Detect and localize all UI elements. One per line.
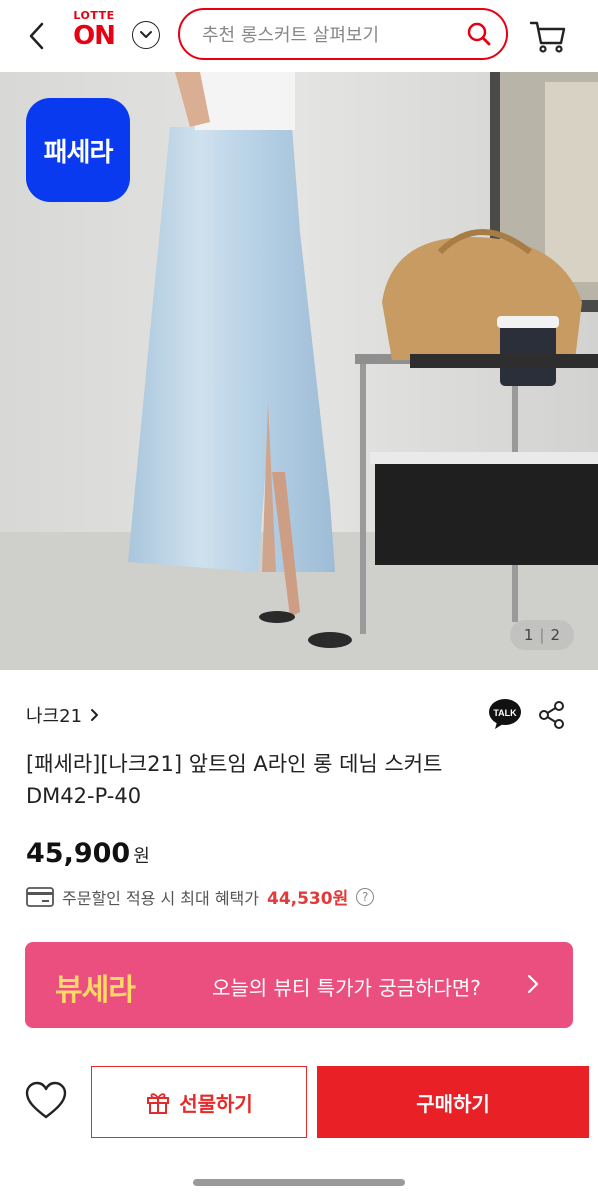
lotte-on-logo[interactable]: LOTTE ON <box>68 10 120 54</box>
brand-link[interactable]: 나크21 <box>26 702 100 728</box>
price-unit: 원 <box>133 846 150 867</box>
brand-badge: 패세라 <box>26 98 130 202</box>
top-bar: LOTTE ON <box>0 0 598 72</box>
chevron-right-icon <box>91 709 99 721</box>
chevron-right-icon <box>527 974 539 994</box>
wishlist-heart-icon[interactable] <box>24 1080 68 1122</box>
benefit-text: 주문할인 적용 시 최대 혜택가 <box>62 888 259 908</box>
product-price: 45,900 원 <box>26 838 150 869</box>
product-title-line2: DM42-P-40 <box>26 784 142 808</box>
talk-chat-button[interactable]: TALK <box>488 698 522 730</box>
search-input[interactable] <box>200 10 464 60</box>
pager-separator: | <box>539 626 545 644</box>
share-icon[interactable] <box>538 700 566 730</box>
banner-logo: 뷰세라 <box>55 973 136 1008</box>
buy-button[interactable]: 구매하기 <box>317 1066 589 1138</box>
pager-total: 2 <box>550 626 560 644</box>
home-indicator[interactable] <box>193 1179 405 1186</box>
cart-icon[interactable] <box>528 16 568 56</box>
banner-message: 오늘의 뷰티 특가가 궁금하다면? <box>212 976 481 1000</box>
image-pager: 1 | 2 <box>509 620 574 650</box>
product-title-line1: [패세라][나크21] 앞트임 A라인 롱 데님 스커트 <box>26 752 443 776</box>
brand-name: 나크21 <box>26 706 83 727</box>
product-image[interactable]: 패세라 1 | 2 <box>0 72 598 670</box>
search-box[interactable] <box>178 8 508 60</box>
benefit-info: 주문할인 적용 시 최대 혜택가 44,530원 ? <box>26 884 375 909</box>
back-icon[interactable] <box>18 18 54 54</box>
gift-button[interactable]: 선물하기 <box>91 1066 307 1138</box>
search-icon[interactable] <box>466 21 492 47</box>
card-icon <box>26 886 54 907</box>
product-title: [패세라][나크21] 앞트임 A라인 롱 데님 스커트 DM42-P-40 <box>26 748 566 812</box>
price-value: 45,900 <box>26 838 131 869</box>
gift-icon <box>147 1093 170 1114</box>
buy-button-label: 구매하기 <box>416 1091 490 1116</box>
benefit-price: 44,530원 <box>266 889 349 909</box>
pager-current: 1 <box>523 626 534 644</box>
talk-label: TALK <box>493 708 517 718</box>
beauty-promo-banner[interactable]: 뷰세라 오늘의 뷰티 특가가 궁금하다면? <box>25 942 573 1028</box>
help-icon[interactable]: ? <box>356 887 375 906</box>
chevron-down-icon[interactable] <box>132 21 160 49</box>
gift-button-label: 선물하기 <box>179 1091 253 1116</box>
logo-main-text: ON <box>73 21 116 51</box>
